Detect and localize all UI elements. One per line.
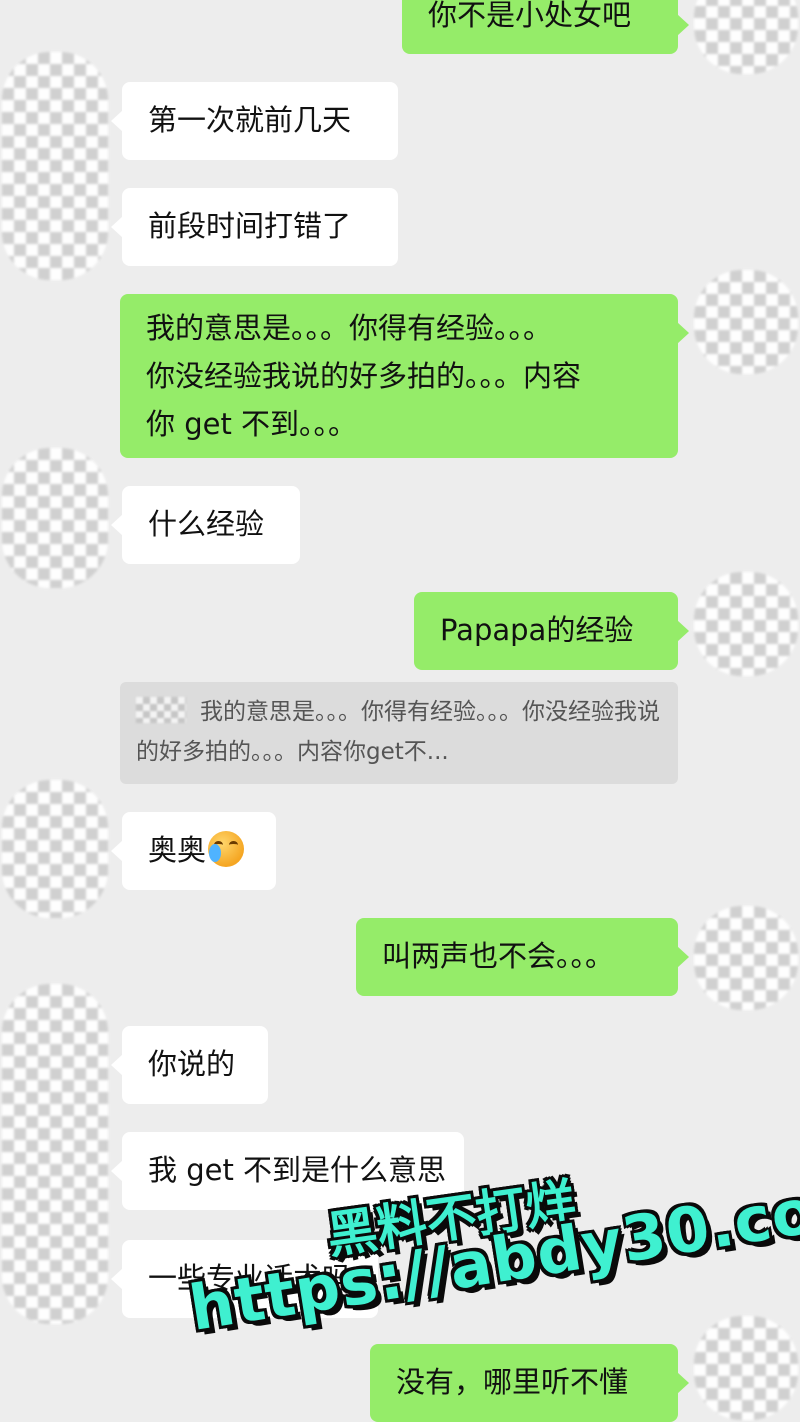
message-bubble-outgoing[interactable]: 叫两声也不会。。。 (356, 918, 689, 996)
message-bubble-incoming[interactable]: 奥奥 (111, 812, 276, 890)
avatar-contact[interactable] (2, 52, 108, 280)
message-bubble-incoming[interactable]: 什么经验 (111, 486, 300, 564)
avatar-self[interactable] (694, 906, 798, 1010)
message-bubble-incoming[interactable]: 第一次就前几天 (111, 82, 398, 160)
avatar-self[interactable] (694, 0, 798, 74)
message-text: 第一次就前几天 (148, 103, 352, 137)
message-text: 我 get 不到是什么意思 (148, 1153, 447, 1187)
message-text: 叫两声也不会。。。 (382, 939, 615, 973)
message-text: 前段时间打错了 (148, 209, 352, 243)
quoted-sender-name (136, 696, 186, 723)
avatar-contact[interactable] (2, 448, 108, 588)
message-bubble-incoming[interactable]: 你说的 (111, 1026, 268, 1104)
message-text: 你不是小处女吧 (428, 0, 632, 32)
quoted-message[interactable]: 我的意思是。。。你得有经验。。。你没经验我说的好多拍的。。。内容你get不... (120, 682, 678, 784)
message-bubble-outgoing[interactable]: 我的意思是。。。你得有经验。。。 你没经验我说的好多拍的。。。内容 你 get … (120, 294, 689, 458)
message-text: 没有，哪里听不懂 (396, 1365, 629, 1399)
message-bubble-outgoing[interactable]: 你不是小处女吧 (402, 0, 689, 54)
message-text: 奥奥 (148, 833, 207, 867)
quoted-message-text: 我的意思是。。。你得有经验。。。你没经验我说的好多拍的。。。内容你get不... (136, 699, 660, 765)
message-text: 你说的 (148, 1047, 236, 1081)
message-text-line: 你 get 不到。。。 (146, 407, 358, 441)
avatar-contact[interactable] (2, 780, 108, 918)
avatar-self[interactable] (694, 572, 798, 676)
avatar-self[interactable] (694, 1316, 798, 1420)
message-bubble-outgoing[interactable]: 没有，哪里听不懂 (370, 1344, 689, 1422)
message-text-line: 我的意思是。。。你得有经验。。。 (146, 311, 553, 345)
message-text: 什么经验 (148, 507, 265, 541)
message-text-line: 你没经验我说的好多拍的。。。内容 (146, 359, 582, 393)
avatar-contact[interactable] (2, 984, 108, 1324)
message-bubble-outgoing[interactable]: Papapa的经验 (414, 592, 689, 670)
crying-laughing-emoji-icon (208, 831, 245, 867)
message-bubble-incoming[interactable]: 前段时间打错了 (111, 188, 398, 266)
message-text: Papapa的经验 (440, 613, 634, 647)
avatar-self[interactable] (694, 270, 798, 374)
